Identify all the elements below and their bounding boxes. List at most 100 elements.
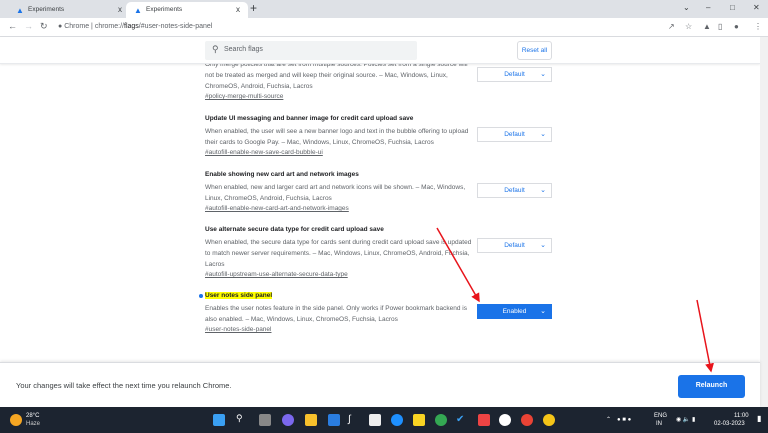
flag-description: When enabled, new and larger card art an…	[205, 184, 466, 202]
tab-search-icon[interactable]: ⌄	[683, 3, 690, 12]
search-placeholder: Search flags	[224, 46, 263, 53]
telegram-icon[interactable]	[391, 414, 403, 426]
chevron-down-icon: ⌄	[540, 131, 546, 138]
select-value: Default	[504, 71, 525, 78]
close-window-icon[interactable]: ✕	[753, 3, 760, 12]
flask-icon: ▲	[134, 6, 142, 15]
notification-icon[interactable]: ▮	[757, 415, 761, 423]
tab-experiments-1[interactable]: ▲ Experiments x	[8, 2, 130, 18]
taskbar: 28°C Haze ⚲ ∫ ✔ ⌃ ● ■ ● ENG IN ◉ 🔈 ▮ 11:…	[0, 407, 768, 433]
slack-icon[interactable]	[499, 414, 511, 426]
chevron-down-icon: ⌄	[540, 71, 546, 78]
store-icon[interactable]	[328, 414, 340, 426]
flag-link[interactable]: #user-notes-side-panel	[205, 326, 475, 333]
flag-link[interactable]: #policy-merge-multi-source	[205, 93, 475, 100]
modified-indicator	[199, 294, 203, 298]
url-prefix: chrome://	[94, 23, 124, 30]
weather-icon[interactable]	[10, 414, 22, 426]
language-label[interactable]: ENG	[654, 412, 667, 420]
flag-select[interactable]: Default ⌄	[477, 183, 552, 198]
chevron-down-icon: ⌄	[540, 242, 546, 249]
start-icon[interactable]	[213, 414, 225, 426]
select-value: Default	[504, 242, 525, 249]
flag-select[interactable]: Default ⌄	[477, 67, 552, 82]
bookmark-star-icon[interactable]: ☆	[685, 22, 692, 31]
task-view-icon[interactable]	[259, 414, 271, 426]
flag-title: Use alternate secure data type for credi…	[205, 226, 384, 233]
url-path: /#user-notes-side-panel	[138, 23, 213, 30]
flag-card-art: Enable showing new card art and network …	[205, 171, 475, 212]
chrome-profile-icon[interactable]	[521, 414, 533, 426]
flag-title: Enable showing new card art and network …	[205, 171, 359, 178]
flags-header: ⚲ Search flags Reset all	[0, 37, 760, 64]
flag-title: User notes side panel	[205, 292, 273, 299]
tab-label: Experiments	[146, 6, 183, 13]
flag-description: When enabled, the user will see a new ba…	[205, 128, 469, 146]
menu-icon[interactable]: ⋮	[754, 22, 762, 31]
flask-icon: ▲	[16, 6, 24, 15]
address-bar[interactable]: ● Chrome | chrome://flags/#user-notes-si…	[58, 21, 678, 34]
figma-icon[interactable]	[478, 414, 490, 426]
side-panel-icon[interactable]: ▯	[718, 22, 722, 31]
flag-description: Only merge policies that are set from mu…	[205, 64, 468, 90]
flag-select[interactable]: Default ⌄	[477, 238, 552, 253]
app-icon[interactable]: ∫	[348, 414, 360, 426]
tab-strip: ▲ Experiments x ▲ Experiments x + ⌄ – □ …	[0, 0, 768, 18]
flag-description: Enables the user notes feature in the si…	[205, 305, 467, 323]
chat-icon[interactable]	[282, 414, 294, 426]
tab-label: Experiments	[28, 6, 65, 13]
site-info-icon[interactable]: ●	[58, 23, 62, 30]
flag-link[interactable]: #autofill-enable-new-save-card-bubble-ui	[205, 149, 475, 156]
sticky-notes-icon[interactable]	[413, 414, 425, 426]
flags-list: Only merge policies that are set from mu…	[0, 64, 760, 362]
flag-new-save-card-bubble: Update UI messaging and banner image for…	[205, 115, 475, 156]
chrome-canary-icon[interactable]	[543, 414, 555, 426]
scrollbar[interactable]	[760, 37, 768, 407]
url-host: flags	[124, 23, 139, 30]
chrome-icon[interactable]	[435, 414, 447, 426]
back-icon[interactable]: ←	[8, 21, 17, 31]
clock-time[interactable]: 11:00	[734, 412, 749, 420]
forward-icon[interactable]: →	[24, 21, 33, 31]
region-label[interactable]: IN	[656, 420, 662, 428]
new-tab-button[interactable]: +	[250, 1, 257, 15]
tray-icons[interactable]: ● ■ ●	[617, 416, 631, 424]
flag-link[interactable]: #autofill-enable-new-card-art-and-networ…	[205, 205, 475, 212]
file-explorer-icon[interactable]	[305, 414, 317, 426]
search-flags-input[interactable]: ⚲ Search flags	[205, 41, 417, 60]
flag-select-enabled[interactable]: Enabled ⌄	[477, 304, 552, 319]
maximize-icon[interactable]: □	[730, 3, 735, 12]
profile-avatar-icon[interactable]: ●	[734, 22, 739, 31]
chevron-down-icon: ⌄	[540, 308, 546, 315]
wifi-volume-battery-icons[interactable]: ◉ 🔈 ▮	[676, 416, 695, 424]
flag-policy-merge: Only merge policies that are set from mu…	[205, 64, 475, 100]
todo-icon[interactable]: ✔	[456, 414, 468, 426]
notion-icon[interactable]	[369, 414, 381, 426]
flag-alternate-secure-data: Use alternate secure data type for credi…	[205, 226, 475, 278]
flag-user-notes-side-panel: User notes side panel Enables the user n…	[205, 292, 475, 333]
relaunch-button[interactable]: Relaunch	[678, 375, 745, 398]
flag-link[interactable]: #autofill-upstream-use-alternate-secure-…	[205, 271, 475, 278]
search-icon[interactable]: ⚲	[236, 413, 248, 425]
search-icon: ⚲	[212, 44, 219, 54]
toolbar: ← → ↻ ● Chrome | chrome://flags/#user-no…	[0, 18, 768, 37]
reset-all-button[interactable]: Reset all	[517, 41, 552, 60]
tray-chevron-icon[interactable]: ⌃	[606, 416, 611, 424]
tab-experiments-2[interactable]: ▲ Experiments x	[126, 2, 248, 18]
site-label: Chrome	[64, 23, 90, 30]
flag-description: When enabled, the secure data type for c…	[205, 239, 472, 268]
clock-date[interactable]: 02-03-2023	[714, 420, 745, 428]
weather-temp: 28°C	[26, 413, 40, 419]
share-icon[interactable]: ↗	[668, 22, 675, 31]
flag-title: Update UI messaging and banner image for…	[205, 115, 414, 122]
close-tab-icon[interactable]: x	[236, 5, 240, 14]
select-value: Enabled	[502, 308, 527, 315]
close-tab-icon[interactable]: x	[118, 5, 122, 14]
weather-desc: Haze	[26, 421, 41, 427]
select-value: Default	[504, 187, 525, 194]
experiments-icon[interactable]: ▲	[703, 22, 711, 31]
reload-icon[interactable]: ↻	[40, 21, 48, 32]
flag-select[interactable]: Default ⌄	[477, 127, 552, 142]
relaunch-bar: Your changes will take effect the next t…	[0, 362, 760, 407]
minimize-icon[interactable]: –	[706, 3, 710, 12]
